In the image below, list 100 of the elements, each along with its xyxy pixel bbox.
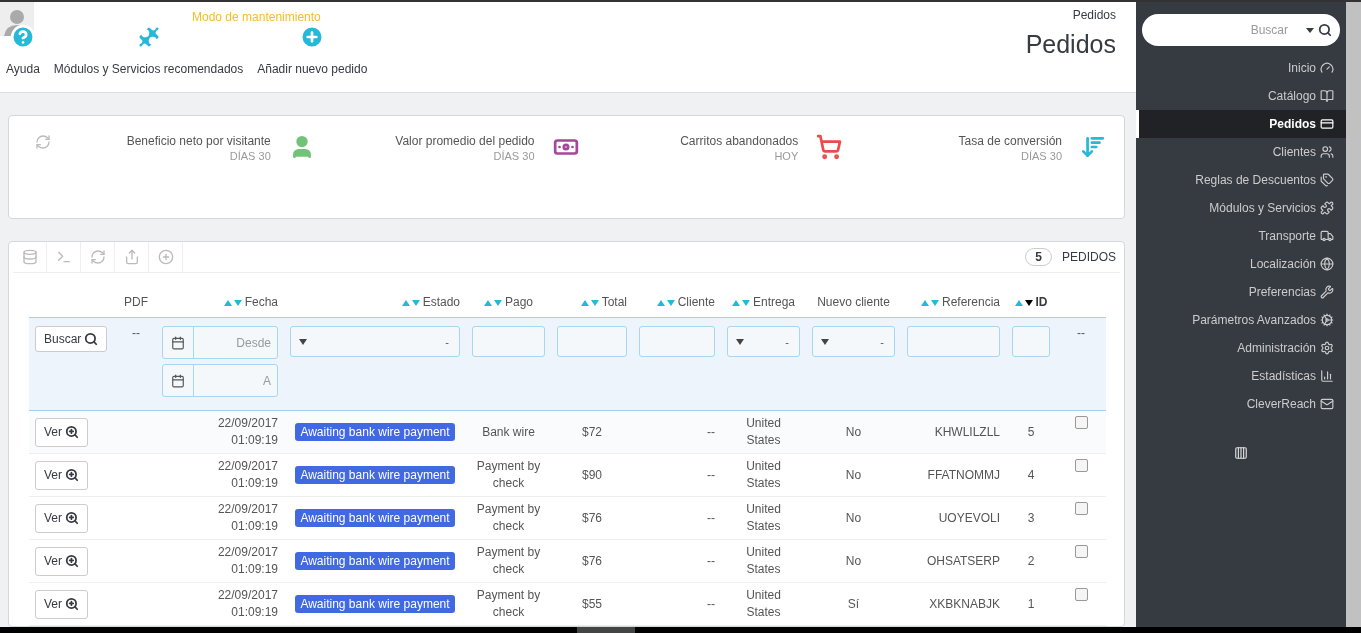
customer-cell: -- [707, 596, 715, 611]
caret-icon[interactable] [1306, 27, 1314, 33]
nav-icon [1320, 173, 1334, 187]
nav-icon [1320, 257, 1334, 271]
reference-cell: UOYEVOLI [938, 510, 1000, 525]
nav-item[interactable]: Parámetros Avanzados [1136, 306, 1346, 334]
new-customer-cell: No [845, 467, 862, 482]
column-header: PDF [124, 295, 148, 309]
kpi-label: Carritos abandonados [680, 134, 799, 148]
row-checkbox[interactable] [1074, 415, 1088, 429]
nav-item[interactable]: Pedidos [1136, 110, 1346, 138]
customer-cell: -- [707, 467, 715, 482]
filter-field[interactable] [557, 326, 627, 357]
search-button[interactable]: Buscar [35, 326, 108, 352]
date-cell: 22/09/2017 01:09:19 [217, 459, 278, 490]
search-icon [84, 332, 99, 346]
export-icon[interactable] [123, 249, 140, 265]
payment-cell: Bank wire [482, 424, 535, 439]
kpi-label: Tasa de conversión [958, 134, 1062, 148]
search-field[interactable]: Buscar [1142, 14, 1340, 46]
payment-cell: Payment by check [476, 459, 541, 490]
id-cell: 3 [1027, 510, 1035, 525]
payment-cell: Payment by check [476, 502, 541, 533]
column-header: Cliente [677, 295, 715, 309]
sort-icon[interactable] [1014, 298, 1033, 307]
new-customer-cell: No [845, 424, 862, 439]
kpi-label: Valor promedio del pedido [395, 134, 535, 148]
date-input[interactable]: Desde [194, 327, 277, 358]
delivery-cell-text: United States [745, 544, 782, 578]
customer-cell: -- [707, 553, 715, 568]
zoom-icon [65, 425, 79, 439]
date-field[interactable]: Desde [162, 326, 278, 359]
filter-field[interactable] [907, 326, 1000, 357]
new-customer-cell: Sí [847, 596, 860, 611]
customer-cell: -- [707, 510, 715, 525]
terminal-icon[interactable] [55, 249, 72, 265]
filter-field[interactable] [472, 326, 545, 357]
breadcrumb[interactable]: Pedidos [1072, 8, 1116, 22]
view-button[interactable]: Ver [35, 460, 88, 490]
row-checkbox[interactable] [1074, 587, 1088, 601]
row-checkbox[interactable] [1074, 501, 1088, 515]
kpi-label: Beneficio neto por visitante [126, 134, 271, 148]
status-label: Awaiting bank wire payment [295, 594, 455, 613]
refresh-icon[interactable] [35, 134, 51, 150]
toolbar-button[interactable]: Ayuda [6, 24, 40, 92]
filter-field[interactable] [639, 326, 715, 357]
select-value: - [880, 335, 884, 348]
horizontal-scrollbar[interactable] [0, 627, 1361, 633]
new-customer-cell: No [845, 510, 862, 525]
column-header: Pago [505, 295, 533, 309]
total-cell: $76 [582, 510, 602, 525]
calendar-icon [171, 335, 185, 350]
nav-item[interactable]: Reglas de Descuentos [1136, 166, 1346, 194]
nav-icon [1320, 285, 1334, 299]
filter-field[interactable] [1012, 326, 1050, 357]
id-cell: 4 [1027, 467, 1035, 482]
filter-select[interactable]: - [727, 326, 800, 357]
nav-icon [1320, 117, 1334, 131]
kpi-period: DÍAS 30 [1021, 150, 1062, 162]
nav-icon [1320, 229, 1334, 243]
view-button[interactable]: Ver [35, 503, 88, 533]
view-button[interactable]: Ver [35, 417, 88, 447]
row-checkbox[interactable] [1074, 544, 1088, 558]
date-field[interactable]: A [162, 364, 278, 397]
add-icon[interactable] [157, 249, 174, 265]
refresh-icon[interactable] [89, 249, 106, 265]
nav-icon [1320, 341, 1334, 355]
nav-item[interactable]: Inicio [1136, 54, 1346, 82]
search-icon[interactable] [1318, 23, 1332, 37]
row-checkbox[interactable] [1074, 458, 1088, 472]
nav-item[interactable]: CleverReach [1136, 390, 1346, 418]
help-icon [9, 24, 36, 50]
date-input[interactable]: A [194, 365, 277, 396]
toolbar-button[interactable]: Añadir nuevo pedido [257, 24, 368, 92]
scrollbar[interactable] [1346, 2, 1361, 627]
nav-item[interactable]: Estadísticas [1136, 362, 1346, 390]
delivery-cell-text: United States [745, 415, 782, 449]
nav-item[interactable]: Administración [1136, 334, 1346, 362]
nav-icon [1320, 201, 1334, 215]
view-button[interactable]: Ver [35, 589, 88, 619]
column-header: Fecha [244, 295, 278, 309]
nav-item[interactable]: Preferencias [1136, 278, 1346, 306]
nav-item[interactable]: Módulos y Servicios [1136, 194, 1346, 222]
database-icon[interactable] [21, 249, 38, 265]
payment-cell: Payment by check [476, 588, 541, 619]
nav-item[interactable]: Clientes [1136, 138, 1346, 166]
nav-icon [1320, 89, 1334, 103]
filter-select[interactable]: - [290, 326, 460, 357]
collapse-icon[interactable] [1234, 446, 1248, 460]
nav-item[interactable]: Catálogo [1136, 82, 1346, 110]
toolbar-button[interactable]: Módulos y Servicios recomendados [53, 24, 244, 92]
caret-icon [299, 338, 307, 345]
view-button[interactable]: Ver [35, 546, 88, 576]
filter-select[interactable]: - [812, 326, 895, 357]
total-cell: $76 [582, 553, 602, 568]
column-header: Referencia [941, 295, 1000, 309]
nav-item[interactable]: Localización [1136, 250, 1346, 278]
select-value: - [785, 335, 789, 348]
id-cell: 1 [1027, 596, 1035, 611]
nav-item[interactable]: Transporte [1136, 222, 1346, 250]
